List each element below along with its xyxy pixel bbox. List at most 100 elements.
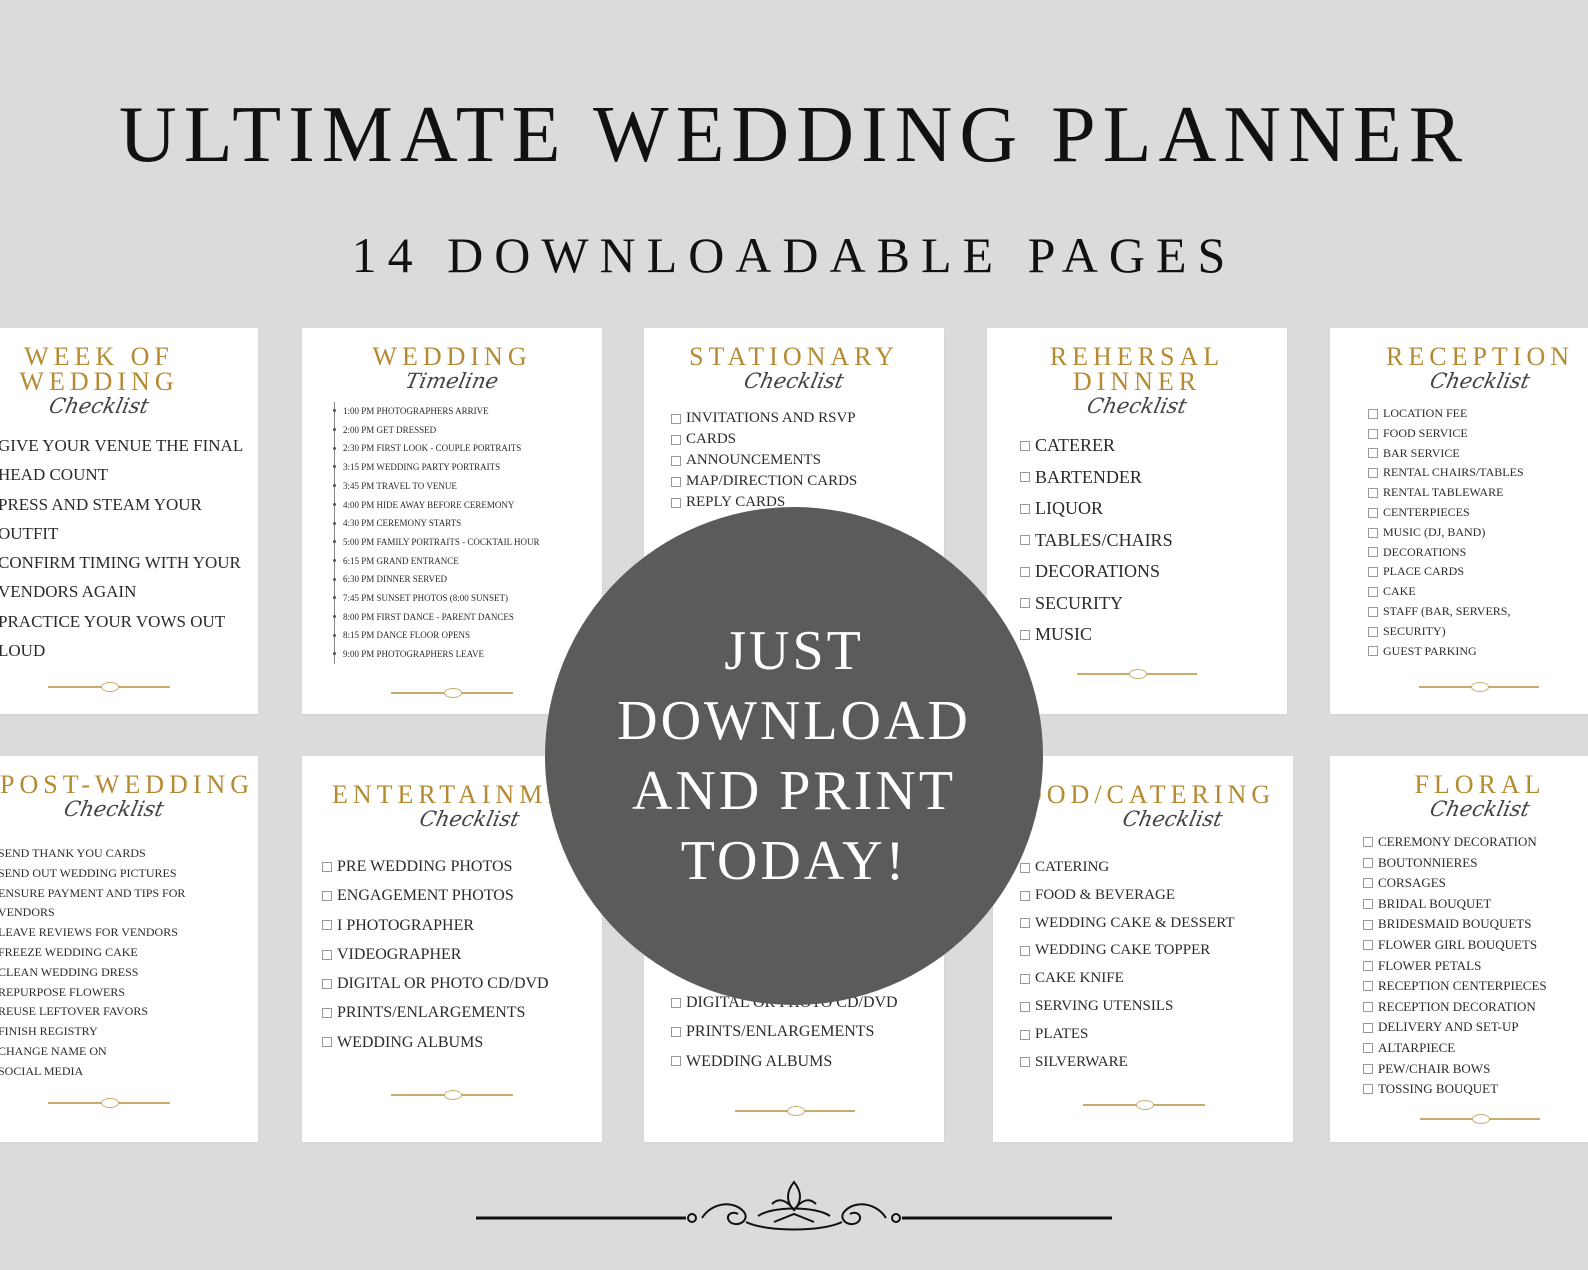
card-list: PRE WEDDING PHOTOS ENGAGEMENT PHOTOS I P… bbox=[322, 852, 549, 1057]
list-item: WEDDING CAKE & DESSERT bbox=[1020, 910, 1235, 938]
cta-circle: JUST DOWNLOAD AND PRINT TODAY! bbox=[545, 507, 1043, 1005]
list-item: GUEST PARKING bbox=[1368, 642, 1524, 662]
list-item: SILVERWARE bbox=[1020, 1049, 1235, 1077]
list-item: FLOWER GIRL BOUQUETS bbox=[1363, 935, 1547, 956]
flourish-divider bbox=[48, 682, 170, 692]
list-item: 3:15 PM WEDDING PARTY PORTRAITS bbox=[333, 458, 540, 477]
list-item: LOCATION FEE bbox=[1368, 404, 1524, 424]
list-item: GIVE YOUR VENUE THE FINAL bbox=[0, 436, 244, 455]
list-item: REPURPOSE FLOWERS bbox=[0, 984, 126, 999]
list-item: TABLES/CHAIRS bbox=[1020, 525, 1173, 557]
list-item: RECEPTION DECORATION bbox=[1363, 997, 1547, 1018]
card-list: CATERER BARTENDER LIQUOR TABLES/CHAIRS D… bbox=[1020, 430, 1173, 651]
list-item: WEDDING ALBUMS bbox=[671, 1047, 898, 1076]
list-item: 4:00 PM HIDE AWAY BEFORE CEREMONY bbox=[333, 496, 540, 515]
list-item: LOUD bbox=[0, 641, 46, 661]
list-item: PLATES bbox=[1020, 1021, 1235, 1049]
card-list: LOCATION FEE FOOD SERVICE BAR SERVICE RE… bbox=[1368, 404, 1524, 662]
list-item: I PHOTOGRAPHER bbox=[322, 911, 549, 940]
card-wedding-timeline: WEDDING Timeline 1:00 PM PHOTOGRAPHERS A… bbox=[302, 328, 602, 714]
flourish-divider bbox=[391, 688, 513, 698]
list-item: RENTAL CHAIRS/TABLES bbox=[1368, 463, 1524, 483]
list-item: 1:00 PM PHOTOGRAPHERS ARRIVE bbox=[333, 402, 540, 421]
card-post-wedding: POST-WEDDING Checklist SEND THANK YOU CA… bbox=[0, 756, 258, 1142]
list-item: 8:00 PM FIRST DANCE - PARENT DANCES bbox=[333, 608, 540, 627]
flourish-divider bbox=[391, 1090, 513, 1100]
card-script: Checklist bbox=[61, 797, 167, 821]
list-item: ANNOUNCEMENTS bbox=[670, 450, 857, 471]
card-list: INVITATIONS AND RSVP CARDS ANNOUNCEMENTS… bbox=[670, 408, 857, 513]
list-item: BAR SERVICE bbox=[1368, 444, 1524, 464]
card-script: Checklist bbox=[1120, 807, 1225, 831]
list-item: 3:45 PM TRAVEL TO VENUE bbox=[333, 477, 540, 496]
card-script: Checklist bbox=[1427, 797, 1533, 821]
list-item: SECURITY bbox=[1020, 588, 1173, 620]
list-item: SEND THANK YOU CARDS bbox=[0, 846, 146, 860]
list-item: PRE WEDDING PHOTOS bbox=[322, 852, 549, 881]
card-script: Timeline bbox=[403, 369, 501, 393]
list-item: SECURITY) bbox=[1368, 622, 1524, 642]
list-item: DECORATIONS bbox=[1020, 556, 1173, 588]
list-item: BARTENDER bbox=[1020, 462, 1173, 494]
card-script: Checklist bbox=[1427, 369, 1533, 393]
list-item: SOCIAL MEDIA bbox=[0, 1063, 84, 1078]
list-item: 2:00 PM GET DRESSED bbox=[333, 421, 540, 440]
cta-line: AND PRINT bbox=[631, 760, 957, 822]
card-rehersal-dinner: REHERSAL DINNER Checklist CATERER BARTEN… bbox=[987, 328, 1287, 714]
card-title-line: STATIONARY bbox=[689, 342, 899, 371]
card-list: CEREMONY DECORATION BOUTONNIERES CORSAGE… bbox=[1363, 832, 1547, 1100]
list-item: CHANGE NAME ON bbox=[0, 1043, 107, 1058]
list-item: PRINTS/ENLARGEMENTS bbox=[671, 1017, 898, 1046]
flourish-divider bbox=[48, 1098, 170, 1108]
list-item: PEW/CHAIR BOWS bbox=[1363, 1059, 1547, 1080]
timeline-list: 1:00 PM PHOTOGRAPHERS ARRIVE 2:00 PM GET… bbox=[333, 402, 540, 664]
card-list: CATERING FOOD & BEVERAGE WEDDING CAKE & … bbox=[1020, 854, 1235, 1077]
list-item: CENTERPIECES bbox=[1368, 503, 1524, 523]
list-item: SEND OUT WEDDING PICTURES bbox=[0, 865, 177, 880]
flourish-divider bbox=[1077, 669, 1197, 679]
page-title: ULTIMATE WEDDING PLANNER bbox=[118, 91, 1470, 179]
page-subtitle: 14 DOWNLOADABLE PAGES bbox=[351, 227, 1237, 283]
list-item: FOOD SERVICE bbox=[1368, 424, 1524, 444]
cta-line: TODAY! bbox=[680, 830, 908, 892]
list-item: PRACTICE YOUR VOWS OUT bbox=[0, 611, 226, 631]
flourish-divider bbox=[1420, 1114, 1540, 1124]
flourish-divider bbox=[1083, 1100, 1205, 1110]
list-item: WEDDING ALBUMS bbox=[322, 1028, 549, 1057]
card-food-catering: OOD/CATERING Checklist CATERING FOOD & B… bbox=[993, 756, 1293, 1142]
list-item: PRESS AND STEAM YOUR bbox=[0, 494, 202, 514]
flourish-ornament-icon bbox=[476, 1180, 1112, 1231]
list-item: TOSSING BOUQUET bbox=[1363, 1079, 1547, 1100]
list-item: FINISH REGISTRY bbox=[0, 1024, 98, 1039]
list-item: LIQUOR bbox=[1020, 493, 1173, 525]
list-item: 6:30 PM DINNER SERVED bbox=[333, 570, 540, 589]
card-list: SEND THANK YOU CARDS SEND OUT WEDDING PI… bbox=[0, 844, 185, 1082]
list-item: CATERING bbox=[1020, 854, 1235, 882]
card-list: GIVE YOUR VENUE THE FINAL HEAD COUNT PRE… bbox=[0, 431, 243, 665]
list-item: HEAD COUNT bbox=[0, 465, 109, 485]
list-item: SERVING UTENSILS bbox=[1020, 993, 1235, 1021]
list-item: PRINTS/ENLARGEMENTS bbox=[322, 998, 549, 1027]
list-item: VIDEOGRAPHER bbox=[322, 940, 549, 969]
list-item: RECEPTION CENTERPIECES bbox=[1363, 976, 1547, 997]
list-item: VENDORS bbox=[0, 905, 55, 920]
list-item: CAKE bbox=[1368, 582, 1524, 602]
list-item: 2:30 PM FIRST LOOK - COUPLE PORTRAITS bbox=[333, 439, 540, 458]
card-title-line: WEDDING bbox=[19, 367, 179, 396]
list-item: CLEAN WEDDING DRESS bbox=[0, 964, 139, 979]
card-script: Checklist bbox=[741, 369, 847, 393]
card-title-line: DINNER bbox=[1072, 367, 1202, 396]
card-title-line: POST-WEDDING bbox=[0, 770, 255, 799]
card-title-line: OOD/CATERING bbox=[1023, 780, 1276, 809]
list-item: CAKE KNIFE bbox=[1020, 965, 1235, 993]
list-item: DIGITAL OR PHOTO CD/DVD bbox=[322, 969, 549, 998]
list-item: CEREMONY DECORATION bbox=[1363, 832, 1547, 853]
list-item: DELIVERY AND SET-UP bbox=[1363, 1017, 1547, 1038]
card-reception: RECEPTION Checklist LOCATION FEE FOOD SE… bbox=[1330, 328, 1588, 714]
list-item: 6:15 PM GRAND ENTRANCE bbox=[333, 552, 540, 571]
list-item: BOUTONNIERES bbox=[1363, 853, 1547, 874]
list-item: RENTAL TABLEWARE bbox=[1368, 483, 1524, 503]
flourish-divider bbox=[735, 1106, 855, 1116]
card-title-line: WEEK OF bbox=[24, 342, 174, 371]
list-item: 9:00 PM PHOTOGRAPHERS LEAVE bbox=[333, 645, 540, 664]
